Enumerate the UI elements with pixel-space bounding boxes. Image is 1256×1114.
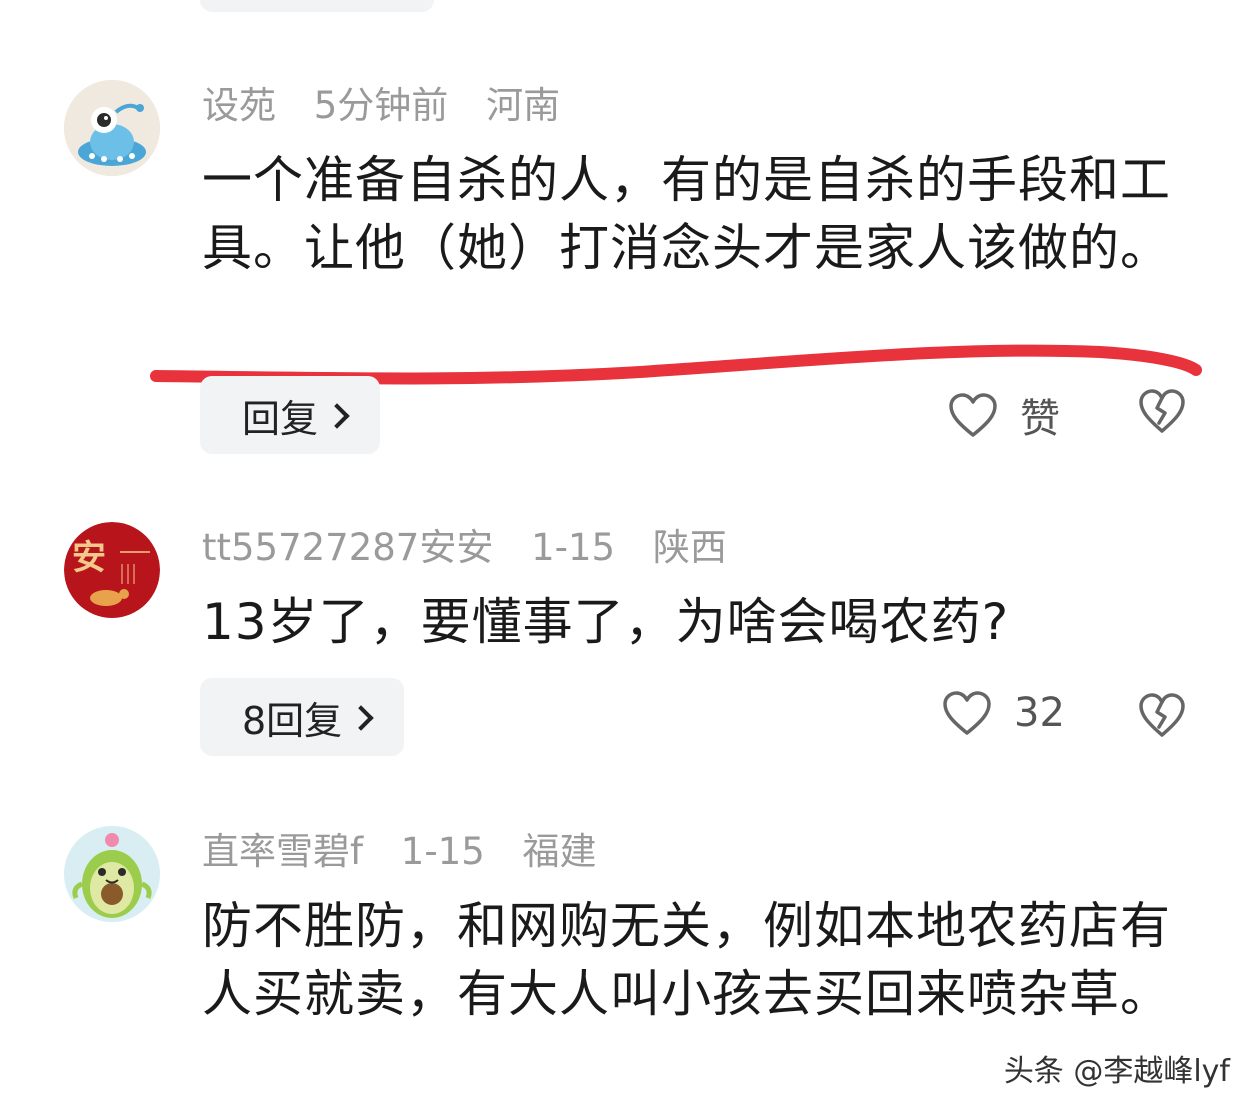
heart-icon bbox=[949, 393, 997, 437]
broken-heart-icon bbox=[1139, 693, 1185, 737]
comment-location: 陕西 bbox=[652, 526, 727, 569]
reply-label: 回复 bbox=[242, 396, 319, 441]
comment-text: 防不胜防，和网购无关，例如本地农药店有人买就卖，有大人叫小孩去买回来喷杂草。 bbox=[202, 897, 1171, 1023]
username[interactable]: 直率雪碧f bbox=[202, 830, 363, 873]
avocado-icon bbox=[64, 826, 160, 922]
comment-meta: tt55727287安安 1-15 陕西 bbox=[202, 526, 753, 570]
comment-location: 福建 bbox=[522, 830, 597, 873]
comment-meta: 直率雪碧f 1-15 福建 bbox=[202, 830, 623, 874]
like-button[interactable]: 32 bbox=[942, 690, 1065, 736]
reply-button[interactable]: 8回复 bbox=[200, 678, 405, 756]
comment-time: 1-15 bbox=[400, 830, 485, 873]
avatar[interactable] bbox=[64, 826, 160, 922]
chevron-right-icon bbox=[324, 403, 350, 429]
reply-button[interactable]: 回复 bbox=[200, 376, 381, 454]
reply-label: 8回复 bbox=[242, 698, 343, 743]
like-count: 32 bbox=[1014, 690, 1065, 736]
like-button[interactable]: 赞 bbox=[948, 386, 1060, 444]
avatar[interactable]: 安 bbox=[64, 522, 160, 618]
heart-icon bbox=[943, 691, 991, 735]
avatar-calligraphy-text: 安 bbox=[72, 538, 106, 578]
watermark: 头条 @李越峰lyf bbox=[1003, 1054, 1230, 1089]
like-label: 赞 bbox=[1020, 396, 1060, 442]
comment-time: 1-15 bbox=[531, 526, 616, 569]
dislike-button[interactable] bbox=[1138, 388, 1186, 438]
username[interactable]: tt55727287安安 bbox=[202, 526, 493, 569]
chevron-right-icon bbox=[348, 705, 374, 731]
comment-text: 13岁了，要懂事了，为啥会喝农药? bbox=[202, 593, 1010, 651]
red-underline-annotation bbox=[150, 344, 1202, 385]
broken-heart-icon bbox=[1139, 389, 1185, 433]
dislike-button[interactable] bbox=[1138, 692, 1186, 742]
